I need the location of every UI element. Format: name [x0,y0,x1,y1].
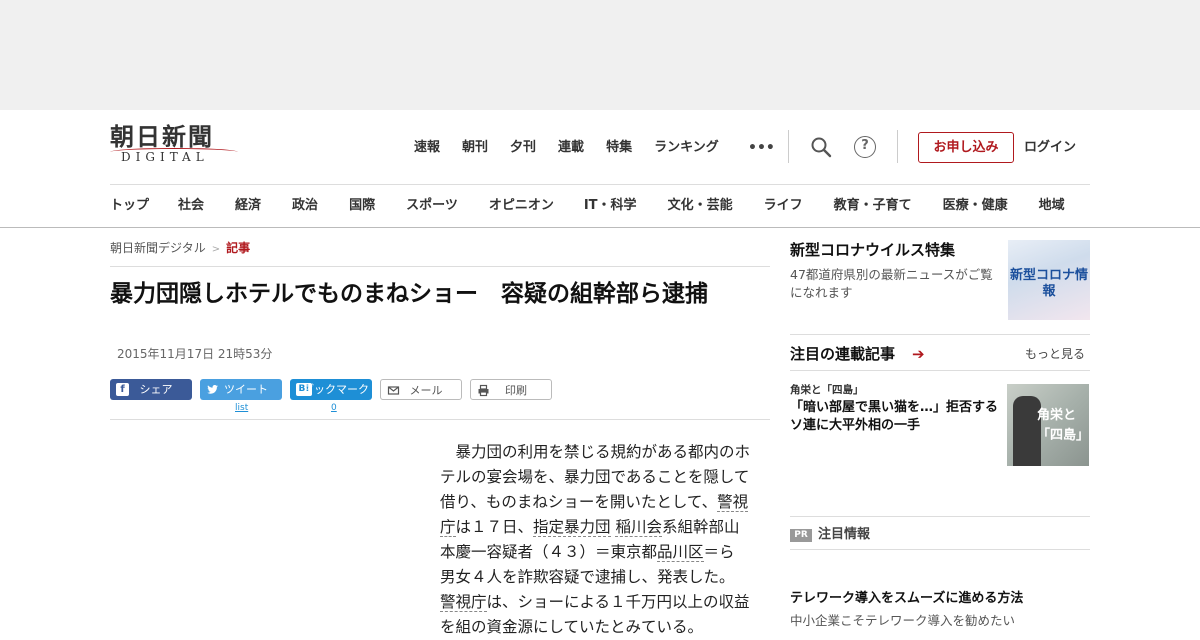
cat-region[interactable]: 地域 [1039,196,1065,216]
keyword-link[interactable]: 品川区 [657,543,704,562]
cat-sports[interactable]: スポーツ [406,196,458,216]
featured-article-link[interactable]: 「暗い部屋で黒い猫を…」拒否するソ連に大平外相の一手 [790,399,1002,435]
keyword-link[interactable]: 警視庁 [440,593,487,612]
category-nav: トップ 社会 経済 政治 国際 スポーツ オピニオン IT・科学 文化・芸能 ラ… [110,196,1065,216]
nav-choukan[interactable]: 朝刊 [462,138,488,158]
help-icon[interactable]: ? [854,136,876,158]
cat-international[interactable]: 国際 [349,196,375,216]
facebook-share-button[interactable]: f シェア [110,379,192,400]
divider [897,130,898,163]
pr-article-title[interactable]: テレワーク導入をスムーズに進める方法 [790,591,1090,607]
mail-label: メール [409,384,443,397]
nav-tokushu[interactable]: 特集 [606,138,632,158]
tweet-count-link[interactable]: list [235,402,248,414]
login-link[interactable]: ログイン [1024,138,1076,158]
cat-education[interactable]: 教育・子育て [834,196,912,216]
search-icon[interactable] [810,136,832,158]
breadcrumb: 朝日新聞デジタル > 記事 [110,240,250,258]
nav-ranking[interactable]: ランキング [654,138,719,158]
cat-it-science[interactable]: IT・科学 [584,196,637,216]
cat-life[interactable]: ライフ [764,196,803,216]
featured-article-image[interactable]: 角栄と「四島」 [1007,384,1089,466]
pr-badge: PR [790,529,812,542]
more-menu-icon[interactable]: ••• [748,138,775,158]
corona-feature-image[interactable]: 新型コロナ情報 [1008,240,1090,320]
mail-button[interactable]: メール [380,379,462,400]
article-paragraph: 暴力団の利用を禁じる規約がある都内のホテルの宴会場を、暴力団であることを隠して借… [440,440,750,640]
share-label: シェア [139,383,173,396]
tweet-label: ツイート [224,383,268,396]
pr-article-description[interactable]: 中小企業こそテレワーク導入を勧めたい [790,613,1090,629]
divider [788,130,789,163]
divider [110,266,770,267]
nav-yukan[interactable]: 夕刊 [510,138,536,158]
cat-politics[interactable]: 政治 [292,196,318,216]
keyword-link[interactable]: 指定暴力団 [533,518,611,537]
pr-section-title: 注目情報 [818,527,871,542]
asahi-digital-logo[interactable]: 朝日新聞 DIGITAL [110,124,240,170]
nav-sokuho[interactable]: 速報 [414,138,440,158]
nav-rensai[interactable]: 連載 [558,138,584,158]
cat-opinion[interactable]: オピニオン [489,196,554,216]
cat-culture[interactable]: 文化・芸能 [668,196,733,216]
print-button[interactable]: 印刷 [470,379,552,400]
arrow-right-icon[interactable]: ➔ [912,345,925,363]
cat-economy[interactable]: 経済 [235,196,261,216]
keyword-link[interactable]: 稲川会 [615,518,662,537]
divider [790,549,1090,550]
advertisement-band [0,0,1200,110]
divider [790,516,1090,517]
apply-button[interactable]: お申し込み [918,132,1014,163]
see-more-link[interactable]: もっと見る [1025,346,1085,362]
divider [790,370,1090,371]
twitter-tweet-button[interactable]: ツイート [200,379,282,400]
featured-image-text: 角栄と「四島」 [1037,408,1089,443]
article-body: 暴力団の利用を禁じる規約がある都内のホテルの宴会場を、暴力団であることを隠して借… [440,440,750,640]
bookmark-count-link[interactable]: 0 [331,402,337,414]
logo-arc [110,148,238,156]
breadcrumb-home[interactable]: 朝日新聞デジタル [110,241,206,255]
article-title: 暴力団隠しホテルでものまねショー 容疑の組幹部ら逮捕 [110,281,708,307]
corona-feature-description[interactable]: 47都道府県別の最新ニュースがご覧になれます [790,266,1000,302]
cat-health[interactable]: 医療・健康 [943,196,1008,216]
breadcrumb-current: 記事 [226,241,251,255]
body-text: は１７日、 [455,518,534,536]
article-date: 2015年11月17日 21時53分 [117,347,273,361]
divider [110,419,770,420]
top-nav: 速報 朝刊 夕刊 連載 特集 ランキング [414,138,741,158]
site-header: 朝日新聞 DIGITAL 速報 朝刊 夕刊 連載 特集 ランキング ••• ? … [0,110,1200,228]
print-label: 印刷 [505,384,527,397]
corona-image-text: 新型コロナ情報 [1009,268,1088,299]
logo-main-text: 朝日新聞 [110,122,214,151]
bookmark-label: ブックマーク [303,383,369,396]
divider [790,334,1090,335]
header-separator [110,184,1090,185]
hatena-bookmark-button[interactable]: B! ブックマーク [290,379,372,400]
body-text: 暴力団の利用を禁じる規約がある都内のホテルの宴会場を、暴力団であることを隠して借… [440,443,751,511]
cat-top[interactable]: トップ [110,196,149,216]
breadcrumb-separator: > [211,244,221,255]
cat-society[interactable]: 社会 [178,196,204,216]
